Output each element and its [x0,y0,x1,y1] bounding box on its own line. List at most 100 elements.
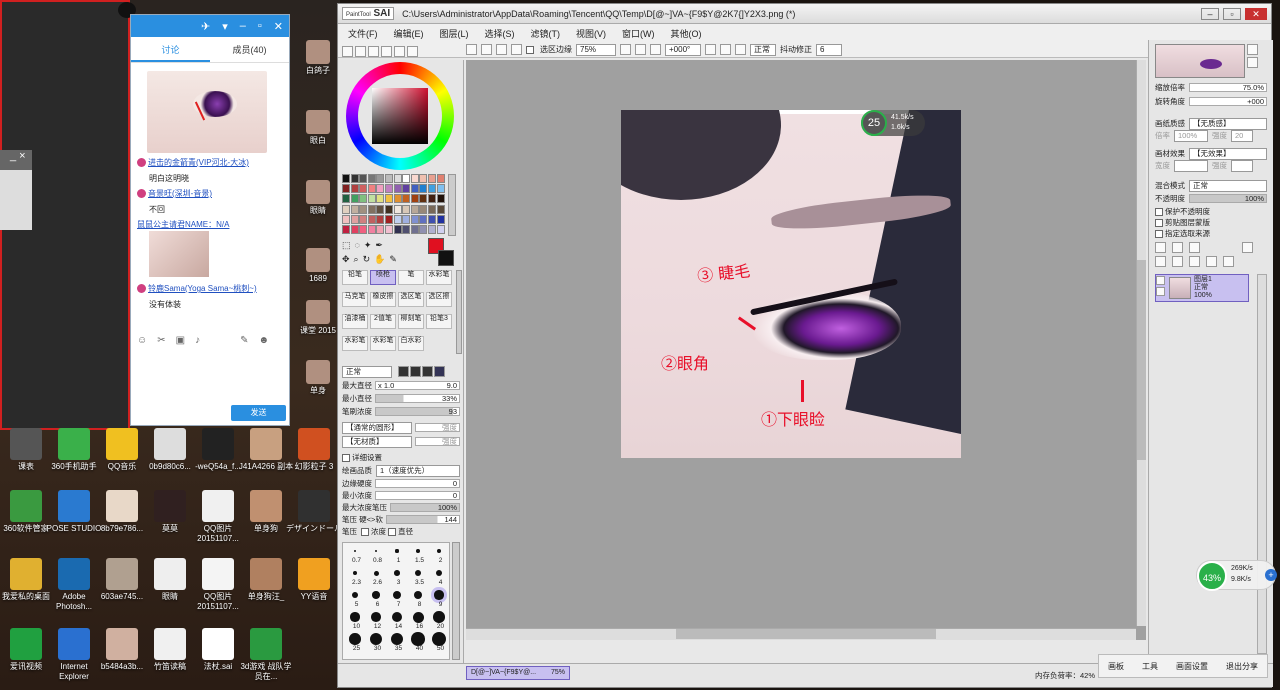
mask-icon[interactable] [1242,242,1253,253]
horizontal-scrollbar[interactable] [466,628,1136,640]
maximize-icon[interactable]: ▫ [258,20,262,32]
tab-discussion[interactable]: 讨论 [131,37,210,62]
brush-tool[interactable]: 铅笔 [342,270,368,285]
qq-titlebar[interactable]: ✈ ▾ – ▫ ✕ [131,15,289,37]
image-icon[interactable]: ▣ [176,335,185,346]
canvas-area[interactable]: ③ 睫毛 ②眼角 ①下眼睑 25 41.5k/s 1.6k/s [466,60,1146,640]
close-icon[interactable]: ✕ [1245,7,1267,20]
maximize-icon[interactable]: ▫ [1223,7,1241,20]
tools-button[interactable]: 工具 [1142,661,1158,672]
transfer-down-icon[interactable] [1155,256,1166,267]
size-dot[interactable] [352,570,358,576]
layer-scrollbar[interactable] [1257,274,1267,654]
dropdown-icon[interactable]: ▾ [222,20,228,33]
size-dot[interactable] [374,549,378,553]
size-dot[interactable] [351,591,359,599]
size-scrollbar[interactable] [452,542,460,660]
canvas[interactable]: ③ 睫毛 ②眼角 ①下眼睑 25 41.5k/s 1.6k/s [621,110,961,458]
saturation-square[interactable] [372,88,428,144]
min-density-slider[interactable]: 0 [375,491,460,500]
color-wheel-icon[interactable] [342,46,353,57]
tab-members[interactable]: 成员(40) [210,37,289,62]
sender-name[interactable]: 进击的金箭青(VIP河北-大冰) [148,158,249,167]
user-icon[interactable]: ☻ [258,335,269,346]
texture-strength[interactable]: 20 [1231,129,1253,142]
mic-icon[interactable]: ♪ [195,335,200,346]
zoom-slider[interactable]: 75.0% [1189,83,1267,92]
desktop-icon[interactable]: 眼睛 [298,180,338,216]
document-tab[interactable]: D[@~]VA~{F9$Y@... 75% [466,666,570,680]
shape-icon[interactable] [434,366,445,377]
zoom-reset-icon[interactable] [650,44,661,55]
size-dot[interactable] [414,569,422,577]
eye-image-message[interactable] [147,71,267,153]
size-dot[interactable] [369,632,383,646]
rotate-icon[interactable]: ↻ [363,254,371,265]
zoom-icon[interactable]: ⌕ [354,254,359,265]
desktop-icon[interactable]: YY语音 [286,558,340,602]
close-icon[interactable]: _ × [0,150,32,170]
nav-fit-icon[interactable] [1247,57,1258,68]
size-dot[interactable] [349,633,361,645]
size-dot[interactable] [432,632,446,646]
layer-blend-select[interactable]: 正常 [1189,179,1267,192]
brush-scrollbar[interactable] [456,270,462,354]
eyedropper-icon[interactable]: ✒ [375,240,383,251]
detail-checkbox[interactable] [342,453,350,462]
clipping-checkbox[interactable] [1155,218,1163,227]
effect-width[interactable] [1174,159,1208,172]
stop-sharing-button[interactable]: 退出分享 [1226,661,1258,672]
pressure-slider[interactable]: 144 [385,515,460,524]
menu-item[interactable]: 视图(V) [576,27,606,40]
size-dot[interactable] [394,570,400,576]
size-dot[interactable] [395,549,399,553]
paper-texture-select[interactable]: 【无质感】 [1189,117,1267,130]
anti-alias-checkbox[interactable] [526,45,534,54]
hand-icon[interactable]: ✋ [374,254,385,265]
max-pressure-slider[interactable]: 100% [390,503,460,512]
menu-item[interactable]: 文件(F) [348,27,378,40]
menu-item[interactable]: 滤镜(T) [531,27,561,40]
sender-name[interactable]: 铃鹿Sama(Yoga Sama~桃刺~) [148,284,257,293]
brush-tool[interactable]: 2值笔 [370,314,396,329]
sender-name[interactable]: 音景旺(深圳-音景) [148,189,212,198]
brush-lock-icon[interactable] [1156,287,1165,296]
density-slider[interactable]: 93 [375,407,460,416]
swatch-grid[interactable] [342,174,446,236]
move-icon[interactable]: ✥ [342,254,350,265]
desktop-icon[interactable]: 白鸽子 [298,40,338,76]
eye-icon[interactable] [1156,276,1165,285]
desktop-icon[interactable]: 1689 [298,248,338,284]
size-dot[interactable] [412,611,424,623]
scissors-icon[interactable]: ✂ [157,335,165,346]
texture-strength[interactable]: 强度 [415,437,460,446]
nav-zoom-icon[interactable] [1247,44,1258,55]
edge-slider[interactable]: 0 [375,479,460,488]
desktop-icon[interactable]: 眼白 [298,110,338,146]
protect-opacity-checkbox[interactable] [1155,207,1163,216]
size-dot[interactable] [371,612,381,622]
layer-item[interactable]: 图层1 正常 100% [1155,274,1249,302]
size-dot[interactable] [354,550,356,552]
brush-tool[interactable]: 马克笔 [342,292,368,307]
close-icon[interactable]: ✕ [274,20,283,33]
desktop-icon[interactable]: 幻影粒子 3 [286,428,340,472]
gradient-icon[interactable] [381,46,392,57]
brush-tool[interactable]: 水彩笔 [342,336,368,351]
menu-item[interactable]: 图层(L) [440,27,469,40]
brush-tool[interactable]: 柳刻笔 [398,314,424,329]
zoom-select[interactable]: 75% [576,43,616,56]
size-dot[interactable] [436,548,442,554]
rotate-reset-icon[interactable] [735,44,746,55]
size-dot[interactable] [350,612,360,622]
brush-tool[interactable]: 水彩笔 [426,270,452,285]
canvas-button[interactable]: 画板 [1108,661,1124,672]
delete-layer-icon[interactable] [1223,256,1234,267]
desktop-icon[interactable]: デザインドール [286,490,340,534]
undo-icon[interactable] [466,44,477,55]
brush-tool[interactable]: 喷枪 [370,270,396,285]
brush-tool[interactable]: 铅笔3 [426,314,452,329]
shape-icon[interactable] [410,366,421,377]
send-button[interactable]: 发送 [231,405,286,421]
size-dot[interactable] [393,591,401,599]
